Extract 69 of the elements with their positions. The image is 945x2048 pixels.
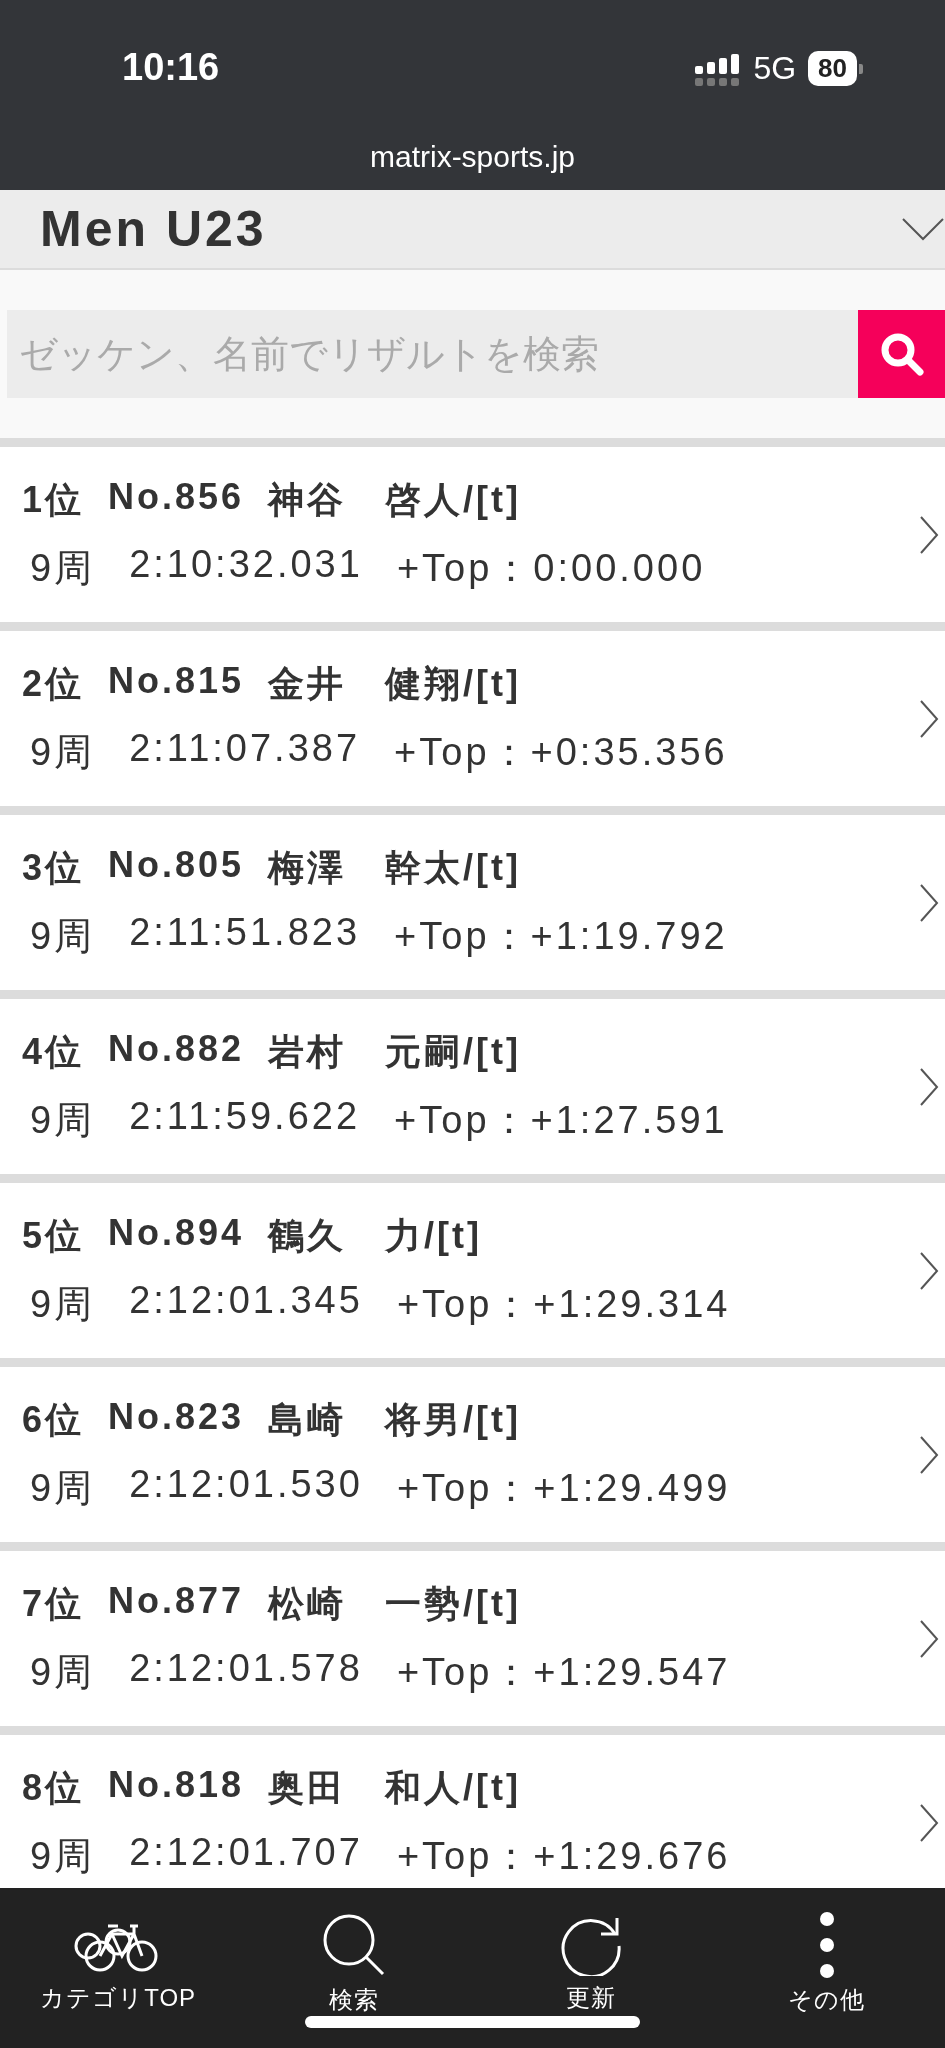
url-label: matrix-sports.jp bbox=[368, 140, 576, 174]
nav-tab[interactable]: その他 bbox=[788, 1984, 866, 2016]
status-time: 10:16 bbox=[122, 46, 220, 89]
finish-time: 2:12:01.345 bbox=[129, 1278, 363, 1323]
nav-tab[interactable]: カテゴリTOP bbox=[40, 1982, 197, 2014]
rank-text: 8位 bbox=[22, 1765, 85, 1810]
bib-number: No.805 bbox=[108, 843, 245, 887]
bib-number: No.856 bbox=[108, 475, 245, 519]
nav-tab[interactable]: 更新 bbox=[565, 1982, 616, 2014]
finish-time: 2:12:01.530 bbox=[129, 1462, 363, 1507]
bib-number: No.877 bbox=[108, 1579, 245, 1623]
bib-number: No.882 bbox=[108, 1027, 245, 1071]
search-field[interactable]: ゼッケン、名前でリザルトを検索 bbox=[7, 310, 858, 398]
rank-text: 2位 bbox=[22, 661, 85, 706]
chevron-right-icon bbox=[919, 1434, 939, 1475]
finish-time: 2:12:01.707 bbox=[129, 1830, 363, 1875]
finish-time: 2:11:07.387 bbox=[129, 726, 361, 771]
chevron-right-icon bbox=[919, 1250, 939, 1291]
rank-text: 7位 bbox=[22, 1581, 85, 1626]
laps-text: 9周 bbox=[30, 729, 96, 775]
rank-text: 6位 bbox=[22, 1397, 85, 1442]
finish-time: 2:11:59.622 bbox=[129, 1094, 361, 1139]
laps-text: 9周 bbox=[30, 1649, 96, 1695]
chevron-right-icon bbox=[919, 698, 939, 739]
rider-name: 岩村 元嗣/[t] bbox=[268, 1029, 522, 1074]
search-button[interactable] bbox=[858, 310, 945, 398]
more-icon bbox=[819, 1912, 834, 1978]
network-label: 5G bbox=[753, 50, 797, 87]
bib-number: No.818 bbox=[108, 1763, 245, 1807]
finish-time: 2:10:32.031 bbox=[129, 542, 363, 587]
chevron-down-icon bbox=[901, 217, 945, 241]
bib-number: No.823 bbox=[108, 1395, 245, 1439]
chevron-right-icon bbox=[919, 514, 939, 555]
category-selector[interactable]: Men U23 bbox=[0, 190, 945, 270]
gap-text: +Top：0:00.000 bbox=[396, 545, 706, 591]
chevron-right-icon bbox=[919, 1066, 939, 1107]
rider-name: 松崎 一勢/[t] bbox=[268, 1581, 522, 1626]
rider-name: 鶴久 力/[t] bbox=[268, 1213, 483, 1258]
rank-text: 1位 bbox=[22, 477, 85, 522]
rider-name: 梅澤 幹太/[t] bbox=[268, 845, 522, 890]
bib-number: No.815 bbox=[108, 659, 245, 703]
chevron-right-icon bbox=[919, 1618, 939, 1659]
laps-text: 9周 bbox=[30, 1833, 96, 1879]
gap-text: +Top：+1:27.591 bbox=[394, 1097, 728, 1143]
nav-tab[interactable]: 検索 bbox=[329, 1984, 380, 2016]
laps-text: 9周 bbox=[30, 913, 96, 959]
signal-icon bbox=[695, 51, 742, 86]
laps-text: 9周 bbox=[30, 1097, 96, 1143]
gap-text: +Top：+0:35.356 bbox=[394, 729, 728, 775]
chevron-right-icon bbox=[919, 882, 939, 923]
gap-text: +Top：+1:29.676 bbox=[396, 1833, 731, 1879]
rank-text: 5位 bbox=[22, 1213, 85, 1258]
laps-text: 9周 bbox=[30, 1465, 96, 1511]
finish-time: 2:12:01.578 bbox=[129, 1646, 363, 1691]
rider-name: 奥田 和人/[t] bbox=[268, 1765, 522, 1810]
laps-text: 9周 bbox=[30, 545, 96, 591]
rank-text: 4位 bbox=[22, 1029, 85, 1074]
rider-name: 金井 健翔/[t] bbox=[268, 661, 522, 706]
gap-text: +Top：+1:29.314 bbox=[396, 1281, 731, 1327]
rank-text: 3位 bbox=[22, 845, 85, 890]
chevron-right-icon bbox=[919, 1802, 939, 1843]
gap-text: +Top：+1:29.499 bbox=[396, 1465, 731, 1511]
gap-text: +Top：+1:19.792 bbox=[394, 913, 728, 959]
rider-name: 島崎 将男/[t] bbox=[268, 1397, 522, 1442]
finish-time: 2:11:51.823 bbox=[129, 910, 361, 955]
rider-name: 神谷 啓人/[t] bbox=[268, 477, 522, 522]
laps-text: 9周 bbox=[30, 1281, 96, 1327]
gap-text: +Top：+1:29.547 bbox=[396, 1649, 731, 1695]
bib-number: No.894 bbox=[108, 1211, 245, 1255]
